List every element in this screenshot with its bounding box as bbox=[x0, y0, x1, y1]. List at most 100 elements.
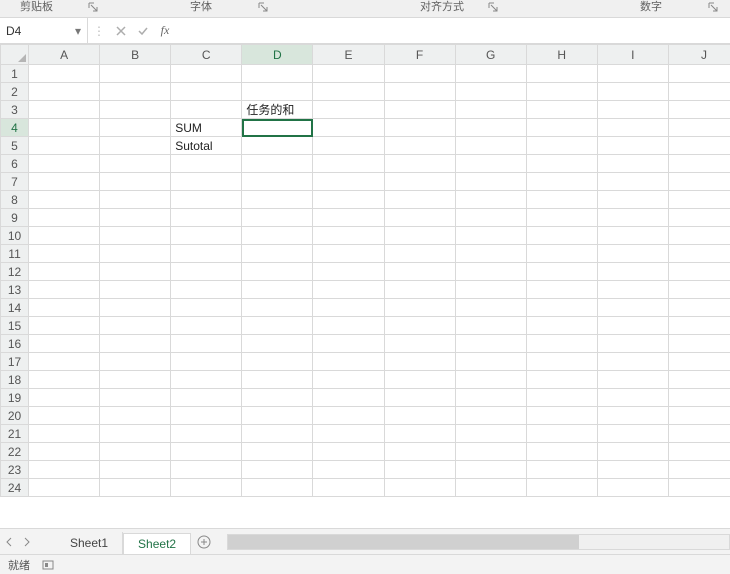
cell[interactable] bbox=[668, 137, 730, 155]
cell[interactable] bbox=[242, 227, 313, 245]
cell[interactable] bbox=[29, 443, 100, 461]
cell[interactable] bbox=[29, 191, 100, 209]
cell[interactable] bbox=[171, 227, 242, 245]
cell[interactable] bbox=[242, 65, 313, 83]
cell[interactable] bbox=[668, 353, 730, 371]
cell[interactable] bbox=[29, 461, 100, 479]
cell[interactable] bbox=[100, 371, 171, 389]
column-header[interactable]: F bbox=[384, 45, 455, 65]
cell[interactable] bbox=[597, 353, 668, 371]
cell[interactable] bbox=[526, 191, 597, 209]
cell[interactable] bbox=[384, 83, 455, 101]
cell[interactable] bbox=[171, 281, 242, 299]
cell[interactable] bbox=[100, 227, 171, 245]
row-header[interactable]: 16 bbox=[1, 335, 29, 353]
cell[interactable] bbox=[597, 245, 668, 263]
cell[interactable] bbox=[455, 263, 526, 281]
cell[interactable] bbox=[597, 407, 668, 425]
cell[interactable] bbox=[100, 281, 171, 299]
cell[interactable] bbox=[384, 335, 455, 353]
cell[interactable] bbox=[526, 389, 597, 407]
cell[interactable] bbox=[384, 191, 455, 209]
cell[interactable] bbox=[668, 101, 730, 119]
cell[interactable] bbox=[597, 335, 668, 353]
cell[interactable] bbox=[171, 101, 242, 119]
cell[interactable] bbox=[171, 317, 242, 335]
cell[interactable] bbox=[29, 173, 100, 191]
cell[interactable] bbox=[668, 479, 730, 497]
cell[interactable] bbox=[100, 425, 171, 443]
cell[interactable] bbox=[384, 281, 455, 299]
cell[interactable] bbox=[242, 335, 313, 353]
dialog-launcher-icon[interactable] bbox=[708, 2, 718, 12]
cell[interactable] bbox=[668, 155, 730, 173]
cell[interactable] bbox=[100, 479, 171, 497]
row-header[interactable]: 15 bbox=[1, 317, 29, 335]
cell[interactable] bbox=[29, 335, 100, 353]
cell[interactable] bbox=[668, 263, 730, 281]
cell[interactable] bbox=[313, 65, 384, 83]
column-header[interactable]: G bbox=[455, 45, 526, 65]
cell[interactable] bbox=[171, 191, 242, 209]
row-header[interactable]: 20 bbox=[1, 407, 29, 425]
cell[interactable] bbox=[242, 299, 313, 317]
cell[interactable] bbox=[526, 443, 597, 461]
cell[interactable] bbox=[171, 155, 242, 173]
cell[interactable] bbox=[171, 263, 242, 281]
cell[interactable] bbox=[29, 227, 100, 245]
row-header[interactable]: 14 bbox=[1, 299, 29, 317]
row-header[interactable]: 21 bbox=[1, 425, 29, 443]
row-header[interactable]: 7 bbox=[1, 173, 29, 191]
column-header[interactable]: E bbox=[313, 45, 384, 65]
cell[interactable] bbox=[455, 299, 526, 317]
name-box-dropdown-icon[interactable]: ▾ bbox=[75, 24, 81, 38]
cell[interactable] bbox=[171, 245, 242, 263]
cell[interactable] bbox=[668, 281, 730, 299]
cell[interactable] bbox=[597, 101, 668, 119]
cell[interactable] bbox=[171, 353, 242, 371]
row-header[interactable]: 4 bbox=[1, 119, 29, 137]
cell[interactable] bbox=[526, 209, 597, 227]
cell[interactable] bbox=[242, 155, 313, 173]
cell[interactable] bbox=[384, 317, 455, 335]
cell[interactable] bbox=[597, 281, 668, 299]
cell[interactable] bbox=[313, 371, 384, 389]
tab-nav-first[interactable] bbox=[0, 529, 18, 554]
cell[interactable] bbox=[313, 425, 384, 443]
cell[interactable] bbox=[384, 263, 455, 281]
cell[interactable] bbox=[100, 389, 171, 407]
cell[interactable] bbox=[597, 263, 668, 281]
add-sheet-button[interactable] bbox=[191, 535, 217, 549]
cell[interactable] bbox=[100, 461, 171, 479]
insert-function-button[interactable]: fx bbox=[154, 18, 176, 43]
cell[interactable] bbox=[526, 227, 597, 245]
cell[interactable] bbox=[29, 263, 100, 281]
cell[interactable] bbox=[668, 83, 730, 101]
cell[interactable] bbox=[384, 65, 455, 83]
cell[interactable] bbox=[668, 425, 730, 443]
cell[interactable] bbox=[100, 191, 171, 209]
cell[interactable] bbox=[100, 443, 171, 461]
cell[interactable] bbox=[242, 461, 313, 479]
cell[interactable] bbox=[242, 119, 313, 137]
cell[interactable] bbox=[455, 443, 526, 461]
cell[interactable] bbox=[668, 317, 730, 335]
cell[interactable] bbox=[384, 209, 455, 227]
cell[interactable] bbox=[668, 119, 730, 137]
row-header[interactable]: 13 bbox=[1, 281, 29, 299]
cell[interactable] bbox=[455, 83, 526, 101]
cell[interactable] bbox=[455, 65, 526, 83]
cell[interactable] bbox=[313, 155, 384, 173]
cell[interactable]: Sutotal bbox=[171, 137, 242, 155]
row-header[interactable]: 3 bbox=[1, 101, 29, 119]
cell[interactable] bbox=[668, 461, 730, 479]
cell[interactable] bbox=[455, 119, 526, 137]
cell[interactable] bbox=[384, 227, 455, 245]
sheet-tab[interactable]: Sheet1 bbox=[56, 532, 123, 554]
cell[interactable] bbox=[100, 407, 171, 425]
macro-record-icon[interactable] bbox=[42, 559, 54, 571]
cell[interactable] bbox=[668, 389, 730, 407]
cell[interactable] bbox=[597, 371, 668, 389]
cell[interactable] bbox=[455, 209, 526, 227]
cell[interactable] bbox=[313, 263, 384, 281]
